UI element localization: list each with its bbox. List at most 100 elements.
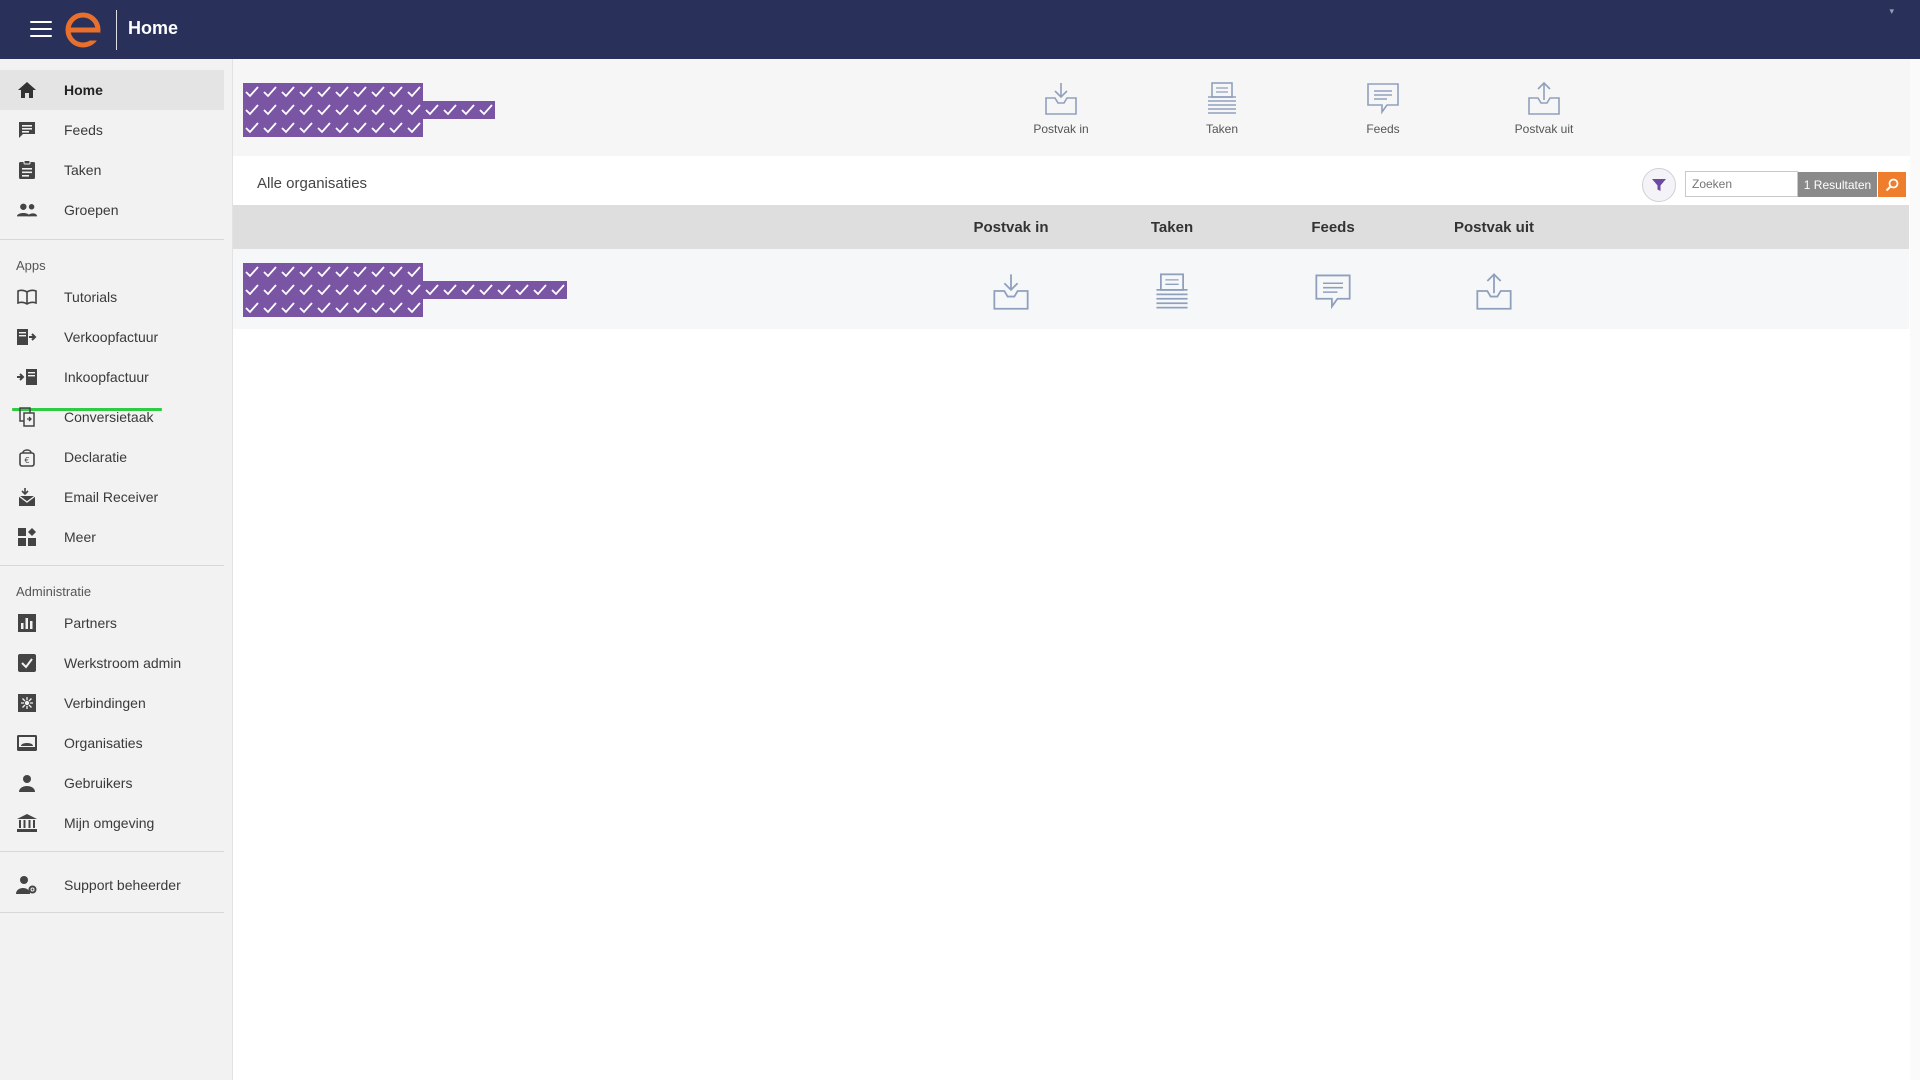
tasks-stack-icon[interactable] <box>1152 271 1192 311</box>
organisation-header: Postvak in Taken Feeds Postvak uit <box>233 59 1920 156</box>
inbox-icon <box>1045 83 1077 115</box>
sidebar-item-label: Support beheerder <box>64 877 181 893</box>
tasks-stack-icon <box>1208 82 1236 114</box>
header-postvak-uit[interactable]: Postvak uit <box>1494 80 1594 136</box>
header-icon-caption: Postvak in <box>1033 122 1089 136</box>
sidebar-divider <box>0 239 224 240</box>
sidebar: Home Feeds Taken Groepen Apps Tutorials … <box>0 59 233 1080</box>
user-icon <box>16 772 38 794</box>
sidebar-item-label: Gebruikers <box>64 775 133 791</box>
home-icon <box>16 79 38 101</box>
connections-icon <box>16 692 38 714</box>
sidebar-item-verbindingen[interactable]: Verbindingen <box>0 683 224 723</box>
chat-bubble-icon <box>1367 83 1399 115</box>
invoice-out-icon <box>16 326 38 348</box>
sidebar-item-declaratie[interactable]: € Declaratie <box>0 437 224 477</box>
convert-icon <box>16 406 38 428</box>
sidebar-item-organisaties[interactable]: Organisaties <box>0 723 224 763</box>
right-edge <box>1910 59 1920 1080</box>
email-receiver-icon <box>16 486 38 508</box>
header-icon-caption: Taken <box>1205 122 1239 136</box>
sidebar-item-meer[interactable]: Meer <box>0 517 224 557</box>
sidebar-item-mijn-omgeving[interactable]: Mijn omgeving <box>0 803 224 843</box>
organisations-title: Alle organisaties <box>257 175 368 192</box>
sidebar-divider <box>0 912 224 913</box>
admin-section-label: Administratie <box>16 584 92 599</box>
bar-chart-icon <box>16 612 38 634</box>
sidebar-item-groepen[interactable]: Groepen <box>0 190 224 230</box>
sidebar-item-label: Tutorials <box>64 289 118 305</box>
declaration-icon: € <box>16 446 38 468</box>
header-taken[interactable]: Taken <box>1172 80 1272 136</box>
sidebar-item-label: Feeds <box>64 122 103 138</box>
sidebar-item-label: Email Receiver <box>64 489 159 505</box>
book-icon <box>16 286 38 308</box>
sidebar-item-label: Meer <box>64 529 96 545</box>
e-logo-icon[interactable] <box>64 11 102 49</box>
sidebar-item-feeds[interactable]: Feeds <box>0 110 224 150</box>
header-postvak-in[interactable]: Postvak in <box>1011 80 1111 136</box>
column-header-taken[interactable]: Taken <box>1102 219 1242 236</box>
sidebar-item-label: Groepen <box>64 202 119 218</box>
institution-icon <box>16 812 38 834</box>
filter-icon <box>1652 179 1666 191</box>
sidebar-divider <box>0 851 224 852</box>
column-header-feeds[interactable]: Feeds <box>1263 219 1403 236</box>
page-title: Home <box>128 18 179 38</box>
sidebar-item-taken[interactable]: Taken <box>0 150 224 190</box>
sidebar-item-label: Mijn omgeving <box>64 815 155 831</box>
more-apps-icon <box>16 526 38 548</box>
sidebar-item-label: Inkoopfactuur <box>64 369 149 385</box>
organisations-toolbar: Alle organisaties 1 Resultaten <box>233 156 1920 205</box>
svg-text:€: € <box>24 456 29 465</box>
sidebar-item-tutorials[interactable]: Tutorials <box>0 277 224 317</box>
sidebar-item-label: Organisaties <box>64 735 143 751</box>
search-button[interactable] <box>1878 172 1906 197</box>
search-icon <box>1885 178 1899 191</box>
sidebar-item-label: Verkoopfactuur <box>64 329 159 345</box>
header-feeds[interactable]: Feeds <box>1333 80 1433 136</box>
column-header-postvak-in[interactable]: Postvak in <box>941 219 1081 236</box>
sidebar-item-label: Werkstroom admin <box>64 655 182 671</box>
sidebar-item-label: Verbindingen <box>64 695 146 711</box>
sidebar-item-conversietaak[interactable]: Conversietaak <box>0 397 224 437</box>
feed-icon <box>16 119 38 141</box>
sidebar-item-werkstroom-admin[interactable]: Werkstroom admin <box>0 643 224 683</box>
sidebar-item-email-receiver[interactable]: Email Receiver <box>0 477 224 517</box>
sidebar-item-home[interactable]: Home <box>0 70 224 110</box>
sidebar-item-label: Conversietaak <box>64 409 154 425</box>
results-count-badge: 1 Resultaten <box>1798 172 1877 197</box>
table-header: Postvak in Taken Feeds Postvak uit <box>233 205 1909 249</box>
sidebar-item-label: Declaratie <box>64 449 128 465</box>
sidebar-item-partners[interactable]: Partners <box>0 603 224 643</box>
sidebar-item-label: Taken <box>64 162 102 178</box>
hamburger-menu-icon[interactable] <box>30 21 52 38</box>
filter-button[interactable] <box>1642 168 1676 202</box>
sidebar-item-support-beheerder[interactable]: Support beheerder <box>0 865 224 905</box>
window-caret-icon[interactable]: ▾ <box>1889 6 1894 17</box>
invoice-in-icon <box>16 366 38 388</box>
organisation-icon <box>16 732 38 754</box>
outbox-icon <box>1528 81 1560 115</box>
apps-section-label: Apps <box>16 258 46 273</box>
checkbox-icon <box>16 652 38 674</box>
clipboard-icon <box>16 159 38 181</box>
column-header-postvak-uit[interactable]: Postvak uit <box>1424 219 1564 236</box>
sidebar-item-inkoopfactuur[interactable]: Inkoopfactuur <box>0 357 224 397</box>
inbox-icon[interactable] <box>991 271 1031 311</box>
group-icon <box>16 199 38 221</box>
sidebar-divider <box>0 565 224 566</box>
search-input[interactable] <box>1685 171 1798 197</box>
chat-bubble-icon[interactable] <box>1313 271 1353 311</box>
sidebar-item-verkoopfactuur[interactable]: Verkoopfactuur <box>0 317 224 357</box>
sidebar-item-label: Partners <box>64 615 117 631</box>
sidebar-item-gebruikers[interactable]: Gebruikers <box>0 763 224 803</box>
header-icon-caption: Feeds <box>1366 122 1400 136</box>
support-admin-icon <box>16 874 38 896</box>
header-icon-caption: Postvak uit <box>1514 122 1574 136</box>
table-row[interactable] <box>233 249 1909 329</box>
sidebar-item-label: Home <box>64 82 103 98</box>
top-bar: Home ▾ <box>0 0 1920 59</box>
outbox-icon[interactable] <box>1474 271 1514 311</box>
title-divider <box>116 10 117 50</box>
